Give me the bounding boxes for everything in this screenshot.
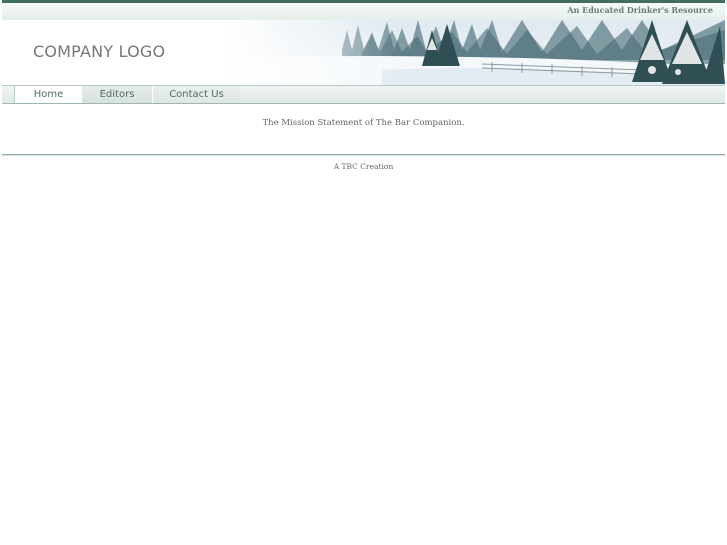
main-nav: Home Editors Contact Us — [2, 85, 725, 104]
header-banner: COMPANY LOGO — [2, 20, 725, 85]
tagline-bar: An Educated Drinker's Resource — [2, 3, 725, 20]
nav-editors-link[interactable]: Editors — [82, 86, 153, 103]
nav-contact-us-link[interactable]: Contact Us — [153, 86, 240, 103]
company-logo[interactable]: COMPANY LOGO — [33, 42, 165, 61]
footer-credit: A TBC Creation — [333, 162, 394, 171]
page: An Educated Drinker's Resource COMPANY L… — [2, 0, 725, 171]
mission-statement: The Mission Statement of The Bar Compani… — [262, 118, 465, 128]
site-tagline: An Educated Drinker's Resource — [567, 5, 713, 15]
nav-home-link[interactable]: Home — [14, 86, 83, 103]
footer-divider — [2, 154, 725, 156]
snowy-forest-banner-image — [222, 20, 725, 85]
